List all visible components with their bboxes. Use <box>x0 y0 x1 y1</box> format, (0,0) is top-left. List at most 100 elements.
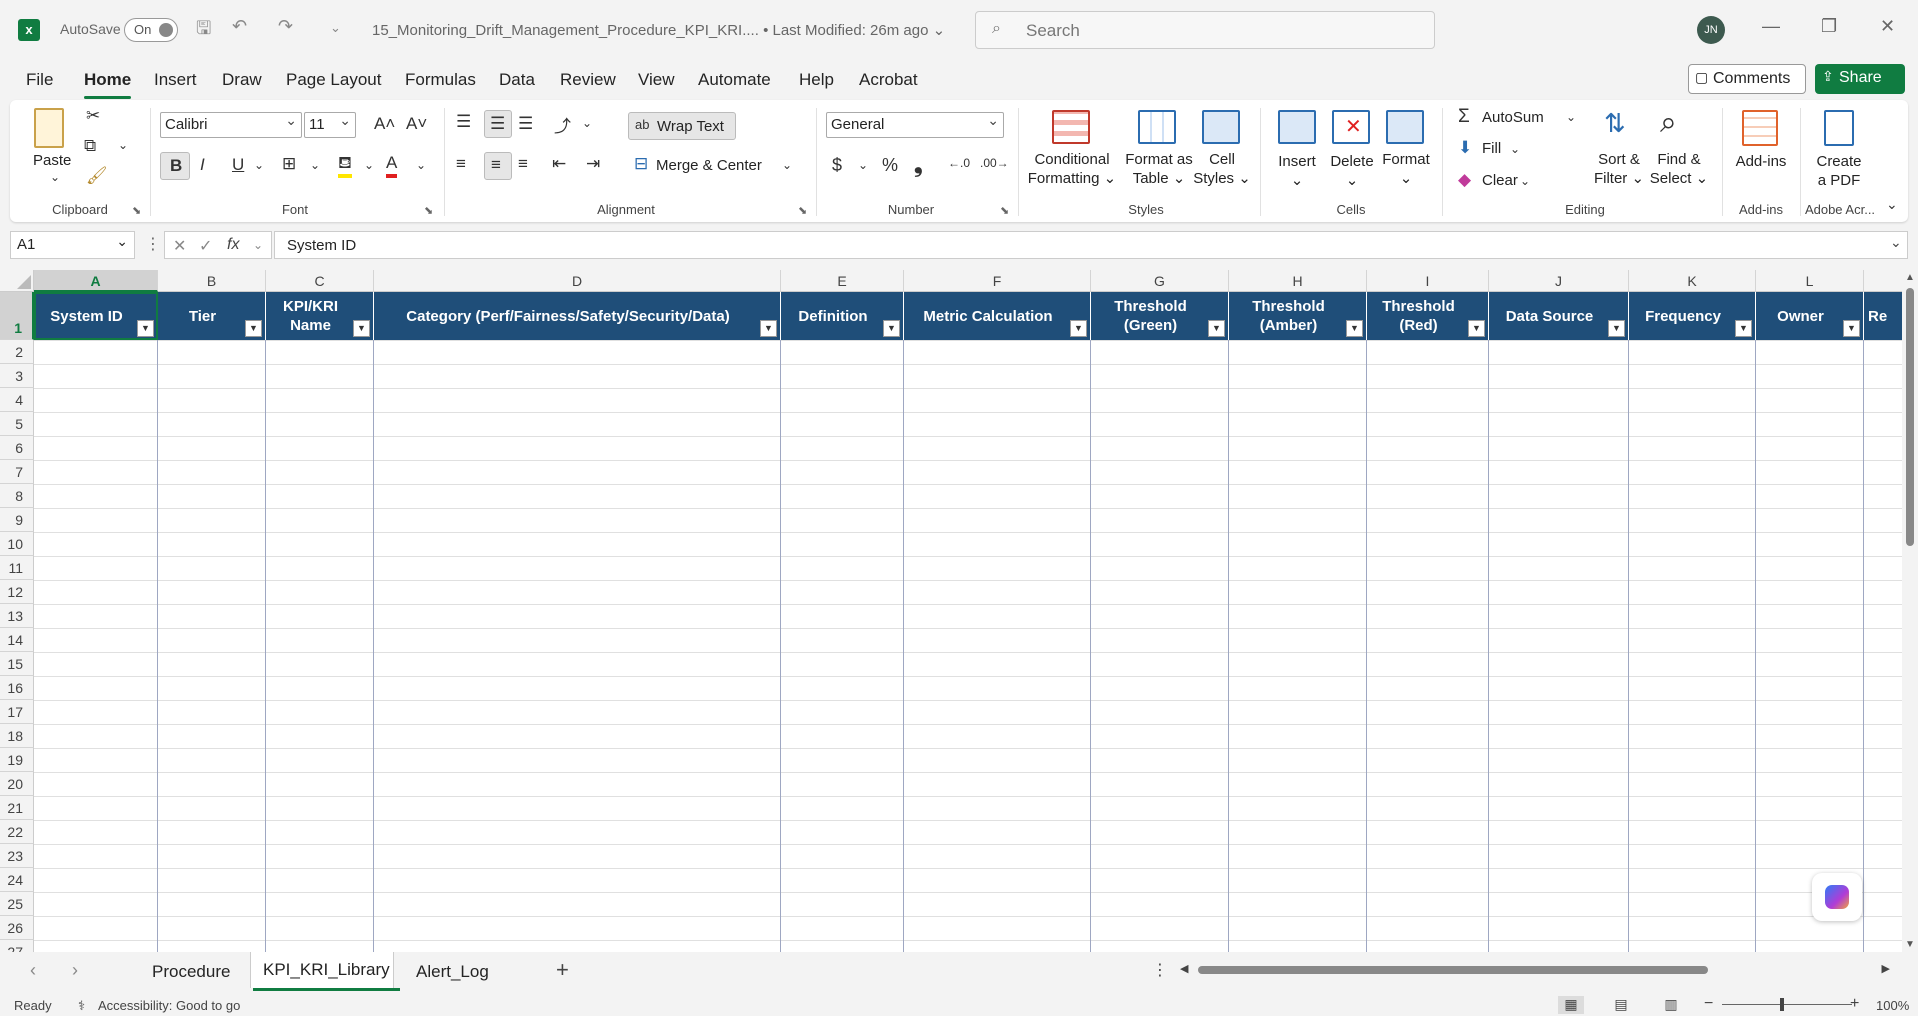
increase-decimal-icon[interactable]: ←.0 <box>948 156 970 170</box>
increase-font-icon[interactable]: A˄ <box>374 114 395 134</box>
font-color-button[interactable]: A <box>386 152 398 178</box>
clear-button[interactable]: Clear <box>1482 172 1518 189</box>
font-name-select[interactable]: Calibri <box>160 112 302 138</box>
tab-acrobat[interactable]: Acrobat <box>859 70 918 90</box>
borders-dropdown-icon[interactable]: ⌄ <box>310 158 320 172</box>
sheet-tab-procedure[interactable]: Procedure <box>152 962 230 982</box>
scroll-right-icon[interactable]: ▶ <box>1882 962 1890 975</box>
table-header-cell[interactable]: Tier ▼ <box>158 292 266 340</box>
insert-cells-icon[interactable] <box>1278 110 1316 144</box>
undo-icon[interactable]: ↶ <box>232 16 247 37</box>
merge-center-icon[interactable]: ⊟ <box>634 154 648 174</box>
cut-icon[interactable]: ✂ <box>86 106 100 126</box>
align-top-icon[interactable]: ☰ <box>456 112 471 132</box>
table-header-cell[interactable]: KPI/KRI Name ▼ <box>266 292 374 340</box>
share-button[interactable]: Share <box>1815 64 1905 94</box>
align-middle-button[interactable]: ☰ <box>484 110 512 138</box>
scroll-down-icon[interactable]: ▼ <box>1905 939 1915 950</box>
row-header-1[interactable]: 1 <box>0 292 34 340</box>
page-layout-view-icon[interactable]: ▤ <box>1608 996 1634 1014</box>
tab-review[interactable]: Review <box>560 70 616 90</box>
row-header-20[interactable]: 20 <box>0 772 34 796</box>
increase-indent-icon[interactable]: ⇥ <box>586 154 600 174</box>
font-size-select[interactable]: 11 <box>304 112 356 138</box>
merge-dropdown-icon[interactable]: ⌄ <box>782 158 792 172</box>
scroll-left-icon[interactable]: ◀ <box>1180 962 1188 975</box>
tab-help[interactable]: Help <box>799 70 834 90</box>
row-header-25[interactable]: 25 <box>0 892 34 916</box>
column-header-l[interactable]: L <box>1756 270 1864 292</box>
filter-dropdown-icon[interactable]: ▼ <box>1070 320 1087 337</box>
row-header-5[interactable]: 5 <box>0 412 34 436</box>
customize-qat-icon[interactable]: ⌄ <box>330 20 341 36</box>
page-break-view-icon[interactable]: ▥ <box>1658 996 1684 1014</box>
table-header-cell[interactable]: Definition ▼ <box>781 292 904 340</box>
avatar[interactable]: JN <box>1697 16 1725 44</box>
fill-button[interactable]: Fill <box>1482 140 1501 157</box>
tab-file[interactable]: File <box>26 70 53 90</box>
accessibility-icon[interactable]: ⚕ <box>78 998 85 1014</box>
column-header-h[interactable]: H <box>1229 270 1367 292</box>
more-options-icon[interactable]: ⋮ <box>145 234 161 254</box>
search-box[interactable]: ⌕ Search <box>975 11 1435 49</box>
column-header-b[interactable]: B <box>158 270 266 292</box>
column-header-e[interactable]: E <box>781 270 904 292</box>
cancel-entry-icon[interactable]: ✕ <box>173 236 186 256</box>
cell-gridlines[interactable] <box>34 340 1902 952</box>
currency-button[interactable]: $ <box>832 155 842 176</box>
sort-filter-button[interactable]: Sort & Filter ⌄ <box>1588 150 1650 188</box>
row-header-16[interactable]: 16 <box>0 676 34 700</box>
row-header-3[interactable]: 3 <box>0 364 34 388</box>
tab-view[interactable]: View <box>638 70 675 90</box>
normal-view-icon[interactable]: ▦ <box>1558 996 1584 1014</box>
filter-dropdown-icon[interactable]: ▼ <box>1468 320 1485 337</box>
filter-dropdown-icon[interactable]: ▼ <box>1735 320 1752 337</box>
prev-sheet-icon[interactable]: ‹ <box>30 960 36 981</box>
row-header-6[interactable]: 6 <box>0 436 34 460</box>
filter-dropdown-icon[interactable]: ▼ <box>245 320 262 337</box>
close-icon[interactable]: ✕ <box>1880 16 1895 37</box>
row-header-13[interactable]: 13 <box>0 604 34 628</box>
sheet-tab-alert-log[interactable]: Alert_Log <box>416 962 489 982</box>
save-icon[interactable]: 🖫 <box>196 16 211 46</box>
column-header-j[interactable]: J <box>1489 270 1629 292</box>
align-center-button[interactable]: ≡ <box>484 152 512 180</box>
add-sheet-icon[interactable]: + <box>556 957 569 983</box>
conditional-formatting-icon[interactable] <box>1052 110 1090 144</box>
filter-dropdown-icon[interactable]: ▼ <box>353 320 370 337</box>
tab-data[interactable]: Data <box>499 70 535 90</box>
paste-icon[interactable] <box>34 108 64 148</box>
fill-color-icon[interactable]: ⛾ <box>338 152 352 178</box>
paste-dropdown-icon[interactable]: ⌄ <box>50 170 60 184</box>
column-header-k[interactable]: K <box>1629 270 1756 292</box>
row-header-8[interactable]: 8 <box>0 484 34 508</box>
zoom-level[interactable]: 100% <box>1876 998 1909 1013</box>
row-header-26[interactable]: 26 <box>0 916 34 940</box>
confirm-entry-icon[interactable]: ✓ <box>199 236 212 256</box>
format-as-table-icon[interactable] <box>1138 110 1176 144</box>
table-header-cell[interactable]: Owner ▼ <box>1756 292 1864 340</box>
paste-label[interactable]: Paste <box>33 152 71 169</box>
cell-styles-icon[interactable] <box>1202 110 1240 144</box>
fx-dropdown-icon[interactable]: ⌄ <box>253 238 263 252</box>
table-header-cell[interactable]: Frequency ▼ <box>1629 292 1756 340</box>
column-header-f[interactable]: F <box>904 270 1091 292</box>
zoom-slider[interactable] <box>1722 1004 1852 1005</box>
align-right-icon[interactable]: ≡ <box>518 154 528 174</box>
row-header-7[interactable]: 7 <box>0 460 34 484</box>
wrap-text-button[interactable]: Wrap Text ab <box>628 112 736 140</box>
tab-page-layout[interactable]: Page Layout <box>286 70 381 90</box>
more-sheets-icon[interactable]: ⋮ <box>1152 960 1168 980</box>
currency-dropdown-icon[interactable]: ⌄ <box>858 158 868 172</box>
filter-dropdown-icon[interactable]: ▼ <box>760 320 777 337</box>
fill-icon[interactable]: ⬇ <box>1458 138 1472 158</box>
copilot-button[interactable] <box>1812 873 1862 921</box>
column-header-partial[interactable] <box>1864 270 1902 292</box>
delete-cells-button[interactable]: Delete ⌄ <box>1324 152 1380 190</box>
row-header-27[interactable]: 27 <box>0 940 34 952</box>
decrease-font-icon[interactable]: A˅ <box>406 114 427 134</box>
orientation-dropdown-icon[interactable]: ⌄ <box>582 116 592 130</box>
row-header-11[interactable]: 11 <box>0 556 34 580</box>
number-format-select[interactable]: General <box>826 112 1004 138</box>
tab-home[interactable]: Home <box>84 70 132 99</box>
